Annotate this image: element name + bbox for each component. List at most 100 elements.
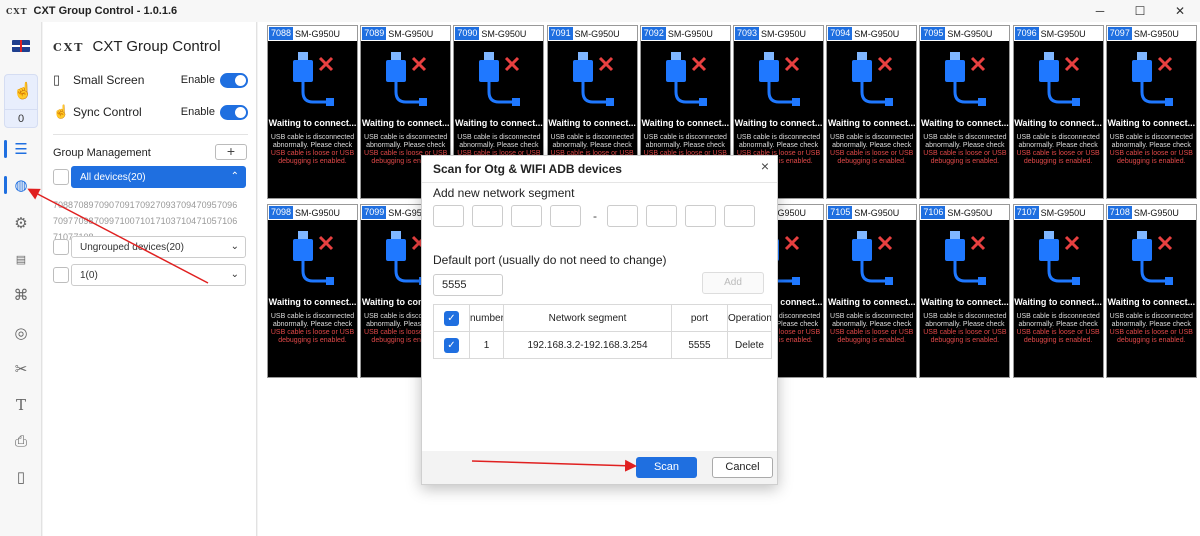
usb-disconnected-icon xyxy=(936,227,992,289)
ip-end-octet-2[interactable] xyxy=(646,205,677,227)
usb-disconnected-icon xyxy=(1030,48,1086,110)
table-header: ✓ number Network segment port Operation xyxy=(433,304,772,332)
ip-start-octet-4[interactable] xyxy=(550,205,581,227)
ip-end-octet-3[interactable] xyxy=(685,205,716,227)
device-id: 7088 xyxy=(269,27,294,40)
device-id: 7094 xyxy=(828,27,853,40)
location-icon[interactable]: ◎ xyxy=(5,318,37,348)
ip-start-octet-3[interactable] xyxy=(511,205,542,227)
device-message: USB cable is disconnected abnormally. Pl… xyxy=(270,313,355,345)
device-model: SM-G950U xyxy=(295,28,341,39)
device-header: 7096 SM-G950U xyxy=(1013,26,1103,41)
chevron-down-icon[interactable]: ⌄ xyxy=(231,241,239,252)
group-all-devices[interactable]: All devices(20) ⌃ xyxy=(71,166,246,188)
device-status: Waiting to connect... xyxy=(921,118,1009,128)
usb-disconnected-icon xyxy=(1123,227,1179,289)
small-screen-state: Enable xyxy=(180,74,215,86)
close-icon[interactable]: ✕ xyxy=(1160,0,1200,22)
ip-end-octet-1[interactable] xyxy=(607,205,638,227)
device-header: 7088 SM-G950U xyxy=(268,26,357,41)
uk-flag-icon[interactable] xyxy=(12,40,30,52)
device-status: Waiting to connect... xyxy=(268,297,357,307)
stamp-icon[interactable]: ⎙ xyxy=(5,426,37,456)
device-id: 7107 xyxy=(1014,206,1039,219)
warning-text: USB cable is loose or USB debugging is e… xyxy=(923,329,1007,344)
side-panel: CXT CXT Group Control ▯ Small Screen Ena… xyxy=(43,22,257,536)
file-icon[interactable]: ▤ xyxy=(5,244,37,274)
ip-start-octet-1[interactable] xyxy=(433,205,464,227)
device-card[interactable]: 7094 SM-G950U Waiting to connect... USB cab… xyxy=(826,25,918,199)
device-message: USB cable is disconnected abnormally. Pl… xyxy=(1109,134,1194,166)
device-card[interactable]: 7097 SM-G950U Waiting to connect... USB cab… xyxy=(1105,25,1197,199)
device-id: 7096 xyxy=(1014,27,1039,40)
chevron-down-icon[interactable]: ⌄ xyxy=(231,269,239,280)
message-text: USB cable is disconnected abnormally. Pl… xyxy=(830,313,914,328)
sync-control-toggle[interactable] xyxy=(220,104,248,120)
device-id: 7108 xyxy=(1107,206,1132,219)
device-header: 7105 SM-G950U xyxy=(827,205,917,220)
warning-text: USB cable is loose or USB debugging is e… xyxy=(1109,329,1193,344)
chevron-up-icon[interactable]: ⌃ xyxy=(231,171,239,182)
device-message: USB cable is disconnected abnormally. Pl… xyxy=(1016,134,1101,166)
device-id: 7099 xyxy=(362,206,387,219)
phone-icon[interactable]: ▯ xyxy=(5,462,37,492)
usb-disconnected-icon xyxy=(564,48,620,110)
cancel-button[interactable]: Cancel xyxy=(712,457,773,478)
warning-text: USB cable is loose or USB debugging is e… xyxy=(1109,150,1193,165)
add-segment-button[interactable]: Add xyxy=(702,272,764,294)
device-status: Waiting to connect... xyxy=(734,118,823,128)
ip-start-octet-2[interactable] xyxy=(472,205,503,227)
device-card[interactable]: 7108 SM-G950U Waiting to connect... USB cab… xyxy=(1105,204,1197,378)
add-group-button[interactable]: + xyxy=(215,144,247,160)
message-text: USB cable is disconnected abnormally. Pl… xyxy=(457,134,541,149)
device-card[interactable]: 7105 SM-G950U Waiting to connect... USB cab… xyxy=(826,204,918,378)
dialog-close-icon[interactable]: × xyxy=(761,158,769,174)
command-icon[interactable]: ⌘ xyxy=(5,280,37,310)
small-screen-toggle[interactable] xyxy=(220,72,248,88)
segment-table: ✓ number Network segment port Operation … xyxy=(433,304,772,359)
row-number: 1 xyxy=(469,331,504,359)
touch-icon[interactable]: ☝ xyxy=(13,81,33,101)
warning-text: USB cable is loose or USB debugging is e… xyxy=(270,150,355,165)
group-1-checkbox[interactable] xyxy=(53,267,69,283)
ungrouped-checkbox[interactable] xyxy=(53,239,69,255)
device-card[interactable]: 7107 SM-G950U Waiting to connect... USB cab… xyxy=(1012,204,1104,378)
group-1[interactable]: 1(0) ⌄ xyxy=(71,264,246,286)
device-id: 7095 xyxy=(921,27,946,40)
usb-disconnected-icon xyxy=(843,227,899,289)
device-id: 7098 xyxy=(269,206,294,219)
port-input[interactable]: 5555 xyxy=(433,274,503,296)
sync-control-row: ☝ Sync Control Enable xyxy=(53,102,248,122)
device-card[interactable]: 7106 SM-G950U Waiting to connect... USB cab… xyxy=(919,204,1011,378)
select-all-checkbox[interactable]: ✓ xyxy=(433,304,470,332)
device-id: 7105 xyxy=(828,206,853,219)
sync-icon: ☝ xyxy=(53,104,70,119)
layers-icon[interactable]: ☰ xyxy=(5,134,37,164)
device-card[interactable]: 7098 SM-G950U Waiting to connect... USB cab… xyxy=(267,204,358,378)
row-checkbox[interactable]: ✓ xyxy=(433,331,470,359)
text-icon[interactable]: T xyxy=(5,390,37,420)
ip-end-octet-4[interactable] xyxy=(724,205,755,227)
port-label: Default port (usually do not need to cha… xyxy=(433,253,667,267)
device-header: 7090 SM-G950U xyxy=(454,26,544,41)
warning-text: USB cable is loose or USB debugging is e… xyxy=(1016,150,1100,165)
device-status: Waiting to connect... xyxy=(641,118,730,128)
device-status: Waiting to connect... xyxy=(455,118,543,128)
scan-button[interactable]: Scan xyxy=(636,457,697,478)
maximize-icon[interactable]: ☐ xyxy=(1120,0,1160,22)
touch-control-box[interactable]: ☝ 0 xyxy=(4,74,38,128)
all-devices-checkbox[interactable] xyxy=(53,169,69,185)
minimize-icon[interactable]: ─ xyxy=(1080,0,1120,22)
title-bar: CXT CXT Group Control - 1.0.1.6 ─ ☐ ✕ xyxy=(0,0,1200,22)
device-model: SM-G950U xyxy=(854,28,900,39)
clipboard-icon[interactable]: ✂ xyxy=(5,354,37,384)
device-status: Waiting to connect... xyxy=(1107,118,1196,128)
device-card[interactable]: 7088 SM-G950U Waiting to connect... USB cab… xyxy=(267,25,358,199)
install-icon[interactable]: ⚙ xyxy=(5,208,37,238)
device-card[interactable]: 7095 SM-G950U Waiting to connect... USB cab… xyxy=(919,25,1011,199)
delete-link[interactable]: Delete xyxy=(727,331,772,359)
network-scan-icon[interactable]: ◍ xyxy=(5,170,37,200)
device-card[interactable]: 7096 SM-G950U Waiting to connect... USB cab… xyxy=(1012,25,1104,199)
group-ungrouped[interactable]: Ungrouped devices(20) ⌄ xyxy=(71,236,246,258)
sync-control-state: Enable xyxy=(180,106,215,118)
